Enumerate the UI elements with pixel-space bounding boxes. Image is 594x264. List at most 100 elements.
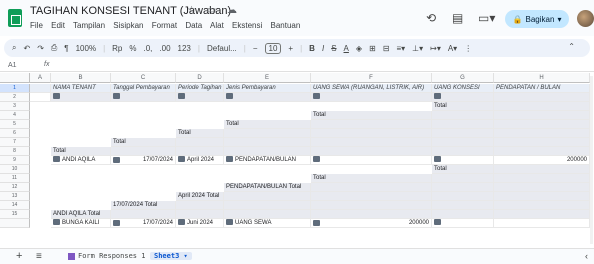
all-sheets-icon[interactable]: ≡: [36, 251, 42, 262]
col-header-c[interactable]: C: [111, 73, 176, 83]
row-number[interactable]: 3: [0, 102, 30, 111]
text-wrap-icon[interactable]: ↦▾: [430, 44, 441, 53]
group-toggle-icon[interactable]: [434, 93, 441, 100]
cell[interactable]: 200000: [494, 156, 590, 165]
header-cell[interactable]: PENDAPATAN / BULAN: [494, 84, 590, 93]
cell[interactable]: [311, 201, 432, 210]
menu-format[interactable]: Format: [152, 21, 177, 30]
cell[interactable]: [494, 201, 590, 210]
tab-form-responses[interactable]: Form Responses 1 ▾: [68, 252, 154, 260]
cell[interactable]: [432, 192, 494, 201]
col-header-b[interactable]: B: [51, 73, 111, 83]
group-toggle-icon[interactable]: [113, 157, 120, 163]
cell[interactable]: UANG SEWA: [224, 219, 311, 228]
tab-sheet3[interactable]: Sheet3 ▾: [150, 252, 192, 260]
group-toggle-icon[interactable]: [53, 93, 60, 100]
select-all-corner[interactable]: [0, 73, 30, 83]
cell[interactable]: Total: [311, 174, 432, 183]
menu-tools[interactable]: Alat: [210, 21, 224, 30]
row-number[interactable]: 13: [0, 192, 30, 201]
cell[interactable]: [494, 174, 590, 183]
cell[interactable]: [432, 111, 494, 120]
cell[interactable]: April 2024: [176, 156, 224, 165]
text-rotate-icon[interactable]: A▾: [448, 44, 457, 53]
cell[interactable]: Total: [224, 120, 311, 129]
meet-icon[interactable]: ▭▾: [478, 11, 495, 25]
cell[interactable]: [224, 129, 311, 138]
cell[interactable]: [432, 210, 494, 219]
add-sheet-icon[interactable]: +: [16, 250, 22, 262]
cell[interactable]: [311, 156, 432, 165]
menu-data[interactable]: Data: [185, 21, 202, 30]
cell[interactable]: [494, 210, 590, 219]
cell[interactable]: [311, 192, 432, 201]
row-number[interactable]: 10: [0, 165, 30, 174]
decrease-font-icon[interactable]: −: [253, 44, 258, 53]
cell[interactable]: [432, 138, 494, 147]
col-header-a[interactable]: A: [30, 73, 51, 83]
cell[interactable]: [494, 192, 590, 201]
print-icon[interactable]: ⎙: [51, 43, 57, 53]
cell[interactable]: [432, 201, 494, 210]
italic-icon[interactable]: I: [322, 44, 324, 53]
cell[interactable]: Total: [432, 102, 494, 111]
scroll-left-icon[interactable]: ‹: [585, 251, 588, 261]
row-number[interactable]: 7: [0, 138, 30, 147]
cell[interactable]: 17/07/2024: [111, 156, 176, 165]
row-number[interactable]: 6: [0, 129, 30, 138]
cell[interactable]: [494, 129, 590, 138]
cell[interactable]: Juni 2024: [176, 219, 224, 228]
row-number[interactable]: 9: [0, 156, 30, 165]
cell[interactable]: [111, 210, 176, 219]
cell[interactable]: [224, 138, 311, 147]
cell[interactable]: Total: [176, 129, 224, 138]
cell[interactable]: [224, 147, 311, 156]
cell[interactable]: [111, 93, 176, 102]
cell[interactable]: [432, 129, 494, 138]
font-select[interactable]: Defaul...: [207, 44, 237, 53]
group-toggle-icon[interactable]: [434, 219, 441, 226]
cell[interactable]: Total: [432, 165, 494, 174]
history-icon[interactable]: ⟲: [426, 11, 436, 25]
row-number[interactable]: 2: [0, 93, 30, 102]
cell[interactable]: [494, 120, 590, 129]
cell[interactable]: [494, 183, 590, 192]
header-cell[interactable]: Periode Tagihan: [176, 84, 224, 93]
cell[interactable]: [432, 120, 494, 129]
more-icon[interactable]: ⋮: [464, 44, 472, 53]
zoom-select[interactable]: 100%: [76, 44, 96, 53]
group-toggle-icon[interactable]: [53, 156, 60, 163]
title-icons[interactable]: ☆ ▭ ☁: [187, 5, 241, 16]
cell[interactable]: [224, 192, 311, 201]
cell[interactable]: 17/07/2024: [111, 219, 176, 228]
menu-help[interactable]: Bantuan: [271, 21, 301, 30]
spreadsheet-grid[interactable]: A B C D E F G H 1 NAMA TENANT Tanggal Pe…: [0, 73, 594, 248]
cell[interactable]: [311, 129, 432, 138]
cell[interactable]: [494, 219, 590, 228]
align-icon[interactable]: ≡▾: [396, 44, 405, 53]
col-header-f[interactable]: F: [311, 73, 432, 83]
text-color-icon[interactable]: A: [344, 44, 349, 53]
name-box[interactable]: A1: [8, 62, 17, 69]
cell[interactable]: [432, 183, 494, 192]
cell[interactable]: [111, 147, 176, 156]
paint-format-icon[interactable]: ¶: [64, 44, 68, 53]
cell[interactable]: [311, 138, 432, 147]
cell[interactable]: [311, 93, 432, 102]
avatar[interactable]: [577, 10, 594, 27]
cell[interactable]: PENDAPATAN/BULAN: [224, 156, 311, 165]
cell[interactable]: ANDI AQILA Total: [51, 210, 111, 219]
menu-file[interactable]: File: [30, 21, 43, 30]
row-number[interactable]: 11: [0, 174, 30, 183]
font-size-input[interactable]: 10: [264, 42, 282, 54]
group-toggle-icon[interactable]: [226, 93, 233, 100]
group-toggle-icon[interactable]: [313, 156, 320, 163]
group-toggle-icon[interactable]: [434, 156, 441, 163]
menu-insert[interactable]: Sisipkan: [113, 21, 143, 30]
menu-extensions[interactable]: Ekstensi: [232, 21, 262, 30]
col-header-d[interactable]: D: [176, 73, 224, 83]
collapse-toolbar-icon[interactable]: ⌃: [568, 42, 575, 51]
row-number[interactable]: 5: [0, 120, 30, 129]
cell[interactable]: [432, 147, 494, 156]
fill-color-icon[interactable]: ◈: [356, 44, 362, 53]
